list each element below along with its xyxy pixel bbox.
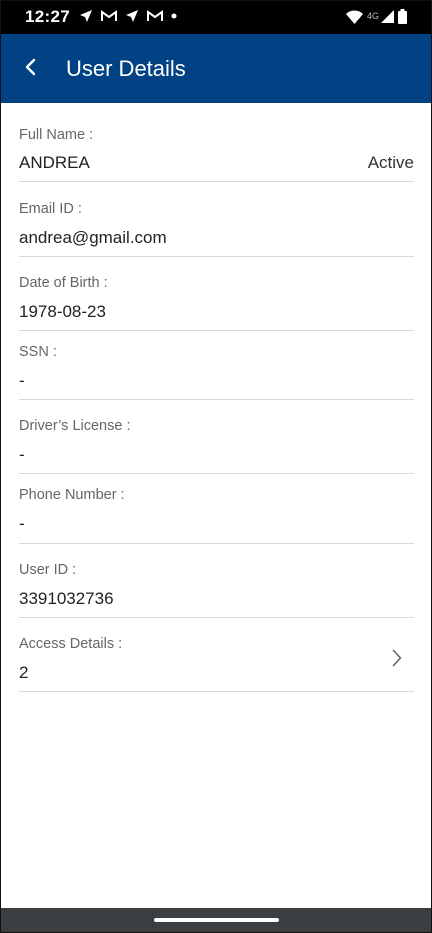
date-of-birth-label: Date of Birth : bbox=[19, 275, 108, 291]
phone-number-value: - bbox=[19, 514, 25, 533]
system-icons: 4G bbox=[345, 9, 407, 29]
home-gesture-handle[interactable] bbox=[154, 918, 279, 922]
field-user-id: User ID : 3391032736 bbox=[19, 544, 414, 618]
navigation-bar bbox=[1, 908, 431, 932]
notification-icons bbox=[79, 9, 177, 23]
field-drivers-license: Driver’s License : - bbox=[19, 400, 414, 474]
app-screen: 12:27 4G User Details Full Name: ANDREA… bbox=[0, 0, 432, 933]
page-title: User Details bbox=[66, 56, 186, 81]
app-bar: User Details bbox=[1, 34, 431, 103]
email-label: Email ID : bbox=[19, 201, 82, 217]
date-of-birth-value: 1978-08-23 bbox=[19, 302, 106, 321]
status-bar: 12:27 4G bbox=[1, 1, 431, 34]
dot-icon bbox=[171, 13, 177, 19]
full-name-value: ANDREA bbox=[19, 153, 90, 172]
network-type: 4G bbox=[366, 11, 379, 21]
battery-icon bbox=[398, 9, 407, 29]
drivers-license-label: Driver’s License : bbox=[19, 418, 131, 434]
navigation-icon bbox=[79, 9, 93, 23]
access-details-row[interactable]: Access Details : 2 bbox=[19, 618, 414, 692]
signal-icon bbox=[381, 10, 394, 28]
field-email: Email ID : andrea@gmail.com bbox=[19, 182, 414, 257]
email-value: andrea@gmail.com bbox=[19, 228, 167, 247]
field-ssn: SSN : - bbox=[19, 331, 414, 400]
field-full-name: Full Name : ANDREA Active bbox=[19, 118, 414, 182]
access-details-label: Access Details : bbox=[19, 636, 123, 652]
navigation-icon bbox=[125, 9, 139, 23]
drivers-license-value: - bbox=[19, 445, 25, 464]
back-button[interactable] bbox=[15, 54, 45, 84]
ssn-label: SSN : bbox=[19, 344, 57, 360]
user-id-label: User ID : bbox=[19, 562, 77, 578]
phone-number-label: Phone Number : bbox=[19, 487, 125, 503]
status-time: 12:27 bbox=[25, 7, 70, 26]
field-phone-number: Phone Number : - bbox=[19, 474, 414, 544]
wifi-icon bbox=[345, 9, 363, 29]
chevron-left-icon bbox=[23, 58, 37, 81]
chevron-right-icon bbox=[392, 649, 402, 672]
access-details-value: 2 bbox=[19, 663, 29, 682]
gmail-icon bbox=[147, 10, 163, 22]
user-id-value: 3391032736 bbox=[19, 589, 114, 608]
full-name-label: Full Name : bbox=[19, 127, 94, 143]
ssn-value: - bbox=[19, 371, 25, 390]
gmail-icon bbox=[101, 10, 117, 22]
status-badge: Active bbox=[367, 153, 414, 172]
field-date-of-birth: Date of Birth : 1978-08-23 bbox=[19, 257, 414, 331]
